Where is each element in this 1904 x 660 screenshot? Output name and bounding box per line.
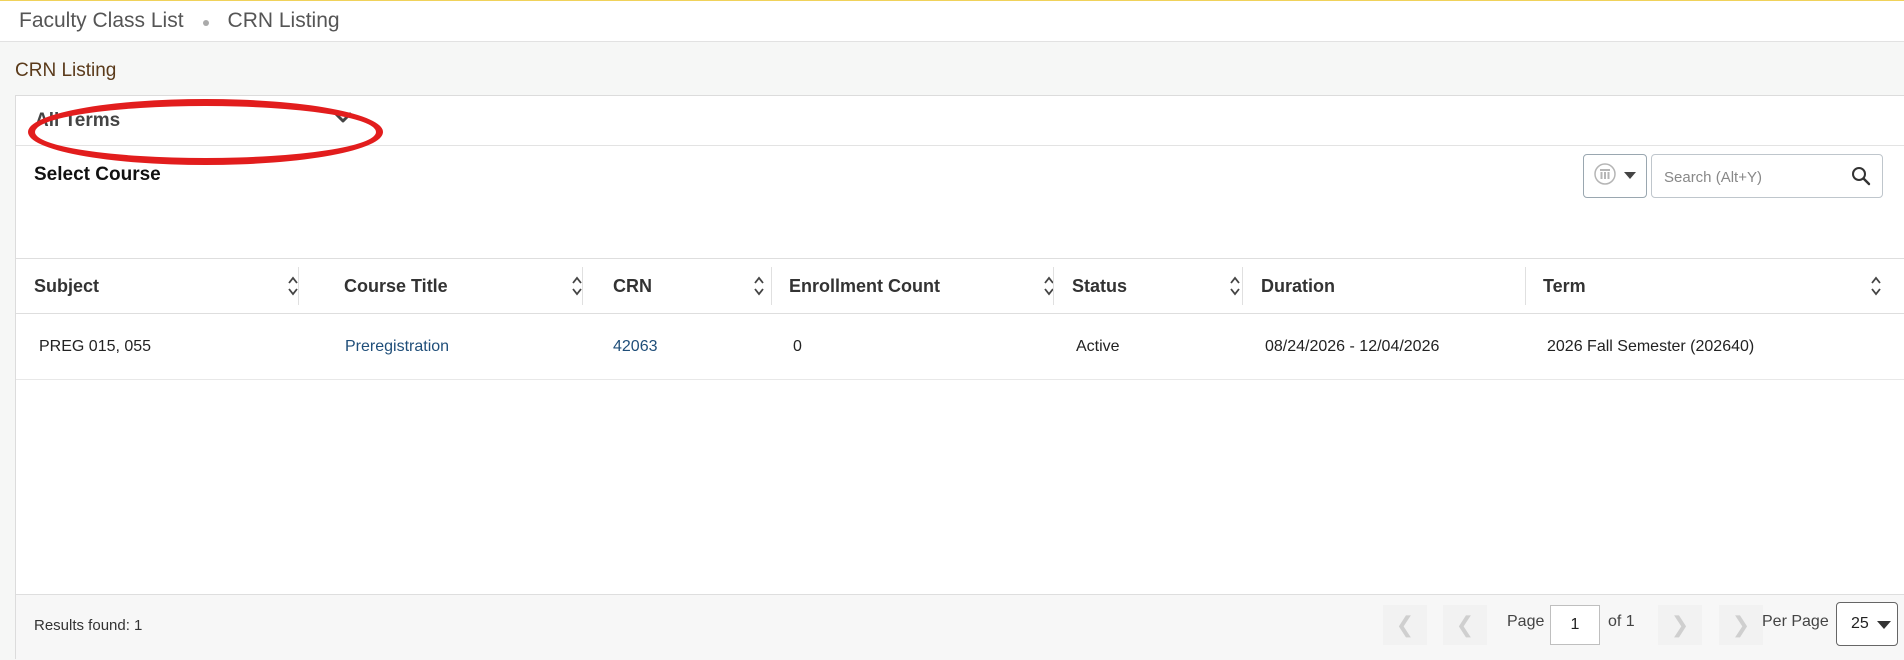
breadcrumb-item-crn-listing: CRN Listing <box>227 9 340 32</box>
crn-listing-panel: All Terms Select Course Search (Alt+Y) S… <box>15 95 1904 660</box>
chevron-left-icon: ❮ <box>1455 612 1475 637</box>
sort-icon <box>1870 275 1882 302</box>
course-title-link[interactable]: Preregistration <box>345 338 449 356</box>
column-header-term[interactable]: Term <box>1543 259 1904 314</box>
caret-down-icon <box>1877 621 1891 629</box>
crn-link[interactable]: 42063 <box>613 338 658 356</box>
cell-subject: PREG 015, 055 <box>39 338 152 355</box>
table-row[interactable]: PREG 015, 055 Preregistration 42063 0 Ac… <box>16 314 1904 380</box>
per-page-label: Per Page <box>1762 613 1829 630</box>
column-divider <box>298 267 299 305</box>
red-highlight-ellipse <box>28 99 383 165</box>
top-bar: Faculty Class List CRN Listing <box>0 0 1904 42</box>
column-header-label: Status <box>1072 276 1128 296</box>
column-divider <box>1525 267 1526 305</box>
column-header-duration[interactable]: Duration <box>1261 259 1531 314</box>
column-divider <box>1053 267 1054 305</box>
last-page-icon: ❯ <box>1731 612 1751 637</box>
sort-icon <box>1229 275 1241 302</box>
column-divider <box>582 267 583 305</box>
next-page-button[interactable]: ❯ <box>1658 605 1702 645</box>
first-page-icon: ❮ <box>1395 612 1415 637</box>
last-page-button[interactable]: ❯ <box>1719 605 1763 645</box>
column-header-label: Course Title <box>344 276 448 296</box>
column-header-label: CRN <box>613 276 652 296</box>
cell-term: 2026 Fall Semester (202640) <box>1547 338 1755 355</box>
column-header-enrollment-count[interactable]: Enrollment Count <box>789 259 1059 314</box>
columns-icon <box>1594 162 1616 190</box>
column-divider <box>771 267 772 305</box>
page-label: Page <box>1507 613 1545 630</box>
terms-dropdown[interactable]: All Terms <box>28 99 383 165</box>
caret-down-icon <box>1624 167 1636 185</box>
cell-crn: 42063 <box>613 314 658 380</box>
column-header-label: Term <box>1543 276 1586 296</box>
breadcrumb: Faculty Class List CRN Listing <box>19 9 340 33</box>
column-header-status[interactable]: Status <box>1072 259 1252 314</box>
section-title: CRN Listing <box>15 60 117 81</box>
column-header-course-title[interactable]: Course Title <box>344 259 584 314</box>
chevron-down-icon <box>334 109 352 131</box>
column-divider <box>1242 267 1243 305</box>
search-icon[interactable] <box>1851 166 1871 191</box>
terms-filter-row: All Terms <box>16 96 1904 165</box>
terms-dropdown-value: All Terms <box>35 110 121 131</box>
search-input[interactable] <box>1662 165 1842 189</box>
previous-page-button[interactable]: ❮ <box>1443 605 1487 645</box>
column-header-label: Duration <box>1261 276 1335 296</box>
cell-status: Active <box>1076 338 1120 355</box>
table-footer: Results found: 1 ❮ ❮ Page 1 of 1 ❯ ❯ Per… <box>16 594 1904 660</box>
cell-course-title: Preregistration <box>345 314 449 380</box>
cell-enrollment-count: 0 <box>793 338 802 355</box>
column-header-label: Enrollment Count <box>789 276 940 296</box>
breadcrumb-separator <box>202 20 209 26</box>
cell-duration: 08/24/2026 - 12/04/2026 <box>1265 338 1440 355</box>
column-header-crn[interactable]: CRN <box>613 259 773 314</box>
column-header-subject[interactable]: Subject <box>34 259 312 314</box>
table-header: Subject Course Title CRN Enrollment Coun… <box>16 258 1904 314</box>
per-page-dropdown[interactable]: 25 <box>1836 602 1898 646</box>
page-total-label: of 1 <box>1608 613 1635 630</box>
column-visibility-button[interactable] <box>1583 154 1647 198</box>
select-course-heading: Select Course <box>34 164 161 185</box>
results-count: Results found: 1 <box>34 617 143 634</box>
breadcrumb-item-faculty-class-list[interactable]: Faculty Class List <box>19 9 184 33</box>
page-number-input[interactable]: 1 <box>1550 605 1600 645</box>
per-page-value: 25 <box>1851 615 1869 632</box>
search-box <box>1651 154 1883 198</box>
column-header-label: Subject <box>34 276 100 296</box>
first-page-button[interactable]: ❮ <box>1383 605 1427 645</box>
chevron-right-icon: ❯ <box>1670 612 1690 637</box>
sort-icon <box>753 275 765 302</box>
